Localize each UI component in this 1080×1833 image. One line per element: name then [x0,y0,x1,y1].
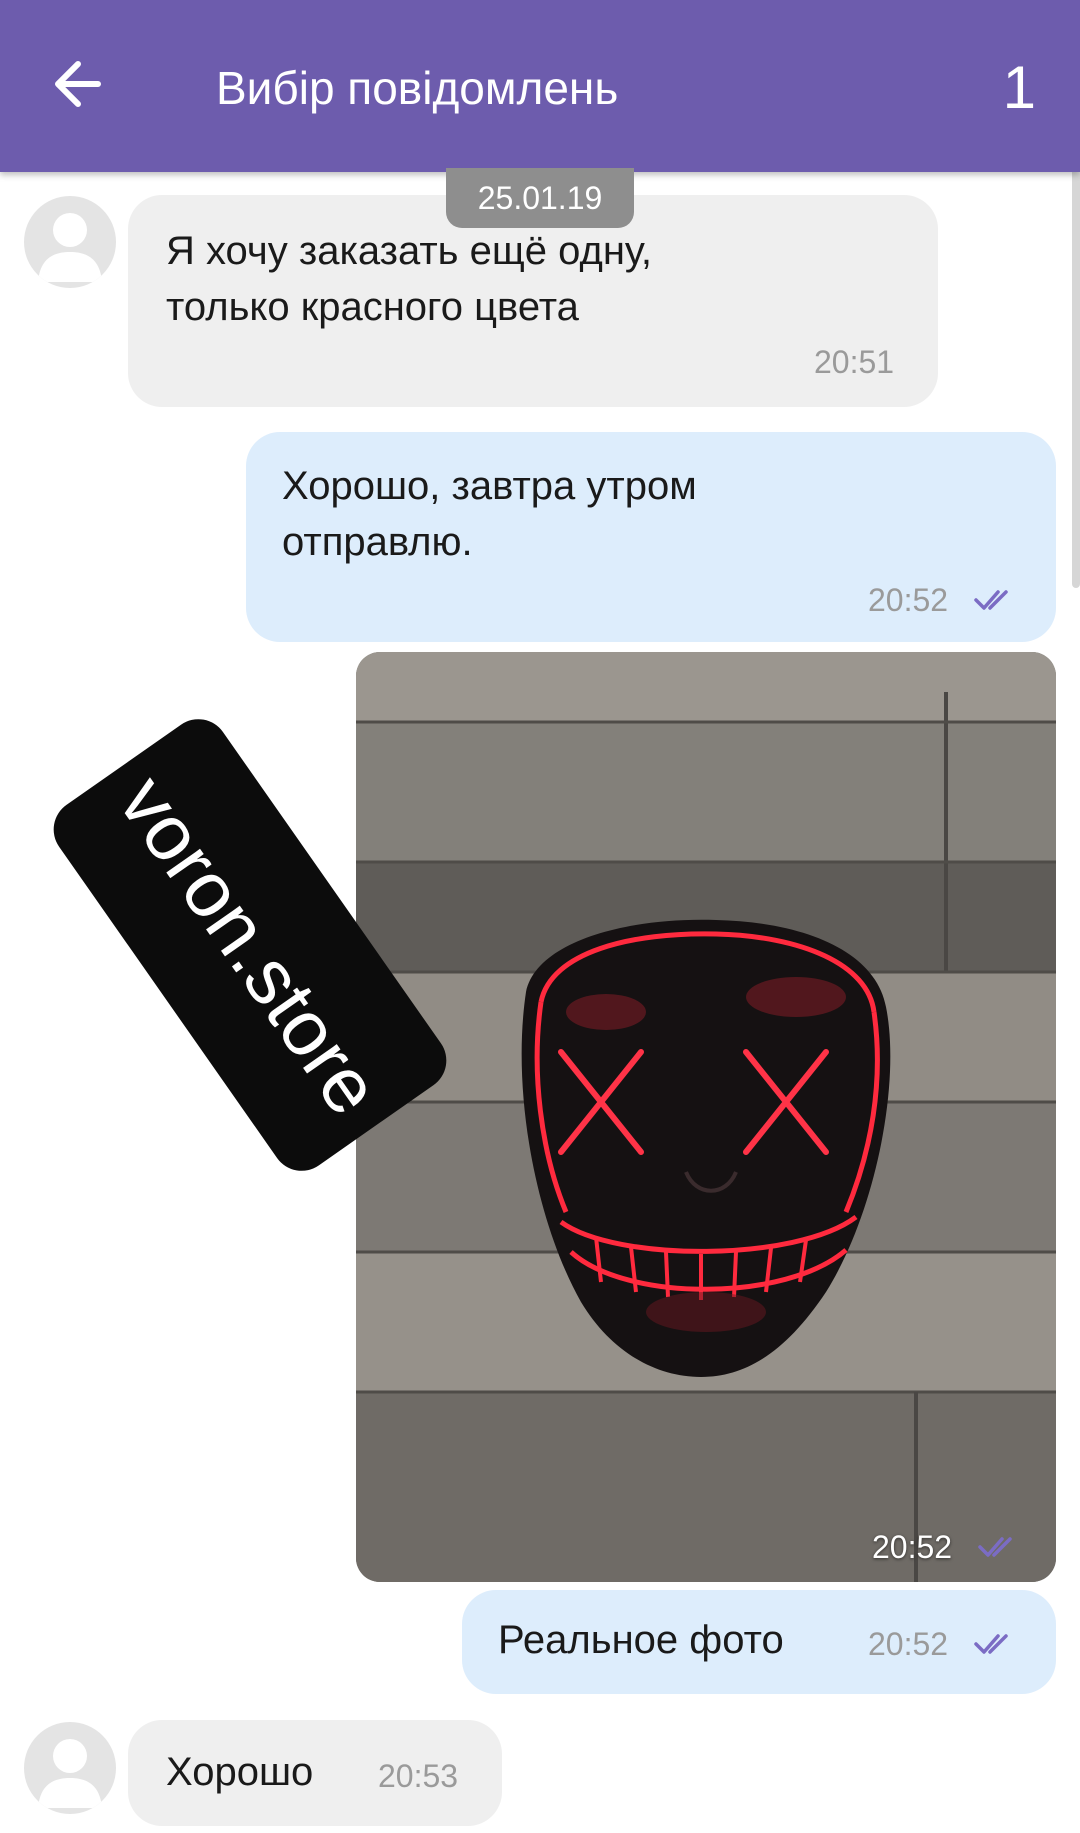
date-divider: 25.01.19 [446,168,634,228]
mask-photo [356,652,1056,1582]
user-silhouette-icon [38,1739,102,1808]
photo-message[interactable]: 20:52 [356,652,1056,1582]
double-check-icon [974,590,1008,610]
double-check-icon [974,1634,1008,1654]
arrow-left-icon[interactable] [48,52,112,116]
message-time: 20:52 [868,582,949,618]
selected-count: 1 [1002,54,1036,121]
message-text: Хорошо, завтра утром отправлю. [282,464,697,564]
message-text: Хорошо [166,1750,314,1794]
message-text: Я хочу заказать ещё одну, только красног… [166,229,653,329]
message-bubble-incoming[interactable]: Хорошо 20:53 [128,1720,502,1826]
message-text: Реальное фото [498,1618,784,1662]
user-silhouette-icon [38,213,102,282]
double-check-icon [978,1537,1012,1557]
message-time: 20:52 [868,1626,949,1662]
message-time: 20:53 [378,1758,459,1794]
scrollbar[interactable] [1072,148,1080,588]
avatar[interactable] [24,1722,116,1814]
page-title: Вибір повідомлень [216,62,619,114]
app-bar: Вибір повідомлень 1 [0,0,1080,172]
message-bubble-outgoing[interactable]: Хорошо, завтра утром отправлю. 20:52 [246,432,1056,642]
message-time: 20:52 [872,1529,953,1565]
message-bubble-outgoing[interactable]: Реальное фото 20:52 [462,1590,1056,1694]
message-time: 20:51 [814,344,895,380]
avatar[interactable] [24,196,116,288]
